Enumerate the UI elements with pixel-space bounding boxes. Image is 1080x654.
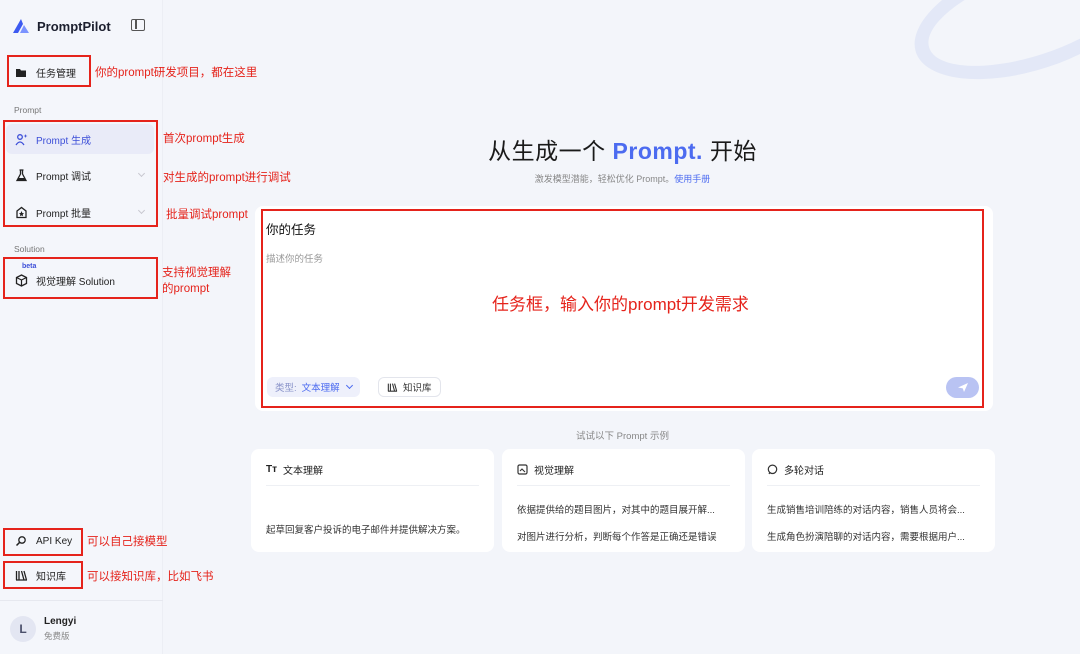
example-prompt[interactable]: 起草回复客户投诉的电子邮件并提供解决方案。	[266, 522, 481, 536]
user-profile[interactable]: L Lengyi 免费版	[10, 616, 76, 642]
example-prompt[interactable]: 生成角色扮演陪聊的对话内容，需要根据用户...	[767, 529, 982, 543]
divider	[266, 485, 479, 486]
example-card-header: Tт 文本理解	[266, 462, 323, 477]
brand[interactable]: PromptPilot	[11, 16, 111, 36]
image-icon	[517, 464, 528, 475]
example-card-text[interactable]: Tт 文本理解 起草回复客户投诉的电子邮件并提供解决方案。	[251, 449, 494, 552]
decorative-arc	[898, 0, 1080, 105]
hero-subtitle-text: 激发模型潜能，轻松优化 Prompt。	[534, 174, 675, 184]
annotation-box-vision	[3, 257, 158, 299]
annotation-box-task-management	[7, 55, 91, 87]
example-prompt[interactable]: 依据提供给的题目图片，对其中的题目展开解...	[517, 502, 732, 516]
divider	[517, 485, 730, 486]
annotation-batch: 批量调试prompt	[166, 209, 248, 221]
annotation-box-task-input	[261, 209, 984, 408]
hero-subtitle: 激发模型潜能，轻松优化 Prompt。使用手册	[0, 172, 1080, 185]
example-card-vision[interactable]: 视觉理解 依据提供给的题目图片，对其中的题目展开解... 对图片进行分析，判断每…	[502, 449, 745, 552]
hero-title-prefix: 从生成一个	[488, 138, 613, 164]
annotation-generate: 首次prompt生成	[163, 133, 245, 145]
hero-title-suffix: 开始	[702, 138, 757, 164]
annotation-api-key: 可以自己接模型	[87, 536, 168, 548]
example-card-title: 视觉理解	[534, 466, 574, 477]
sidebar-toggle-icon[interactable]	[131, 19, 145, 31]
annotation-box-prompt-tools	[3, 120, 158, 227]
user-divider	[0, 600, 163, 601]
user-manual-link[interactable]: 使用手册	[674, 174, 710, 184]
annotation-vision-line2: 的prompt	[162, 283, 210, 295]
example-card-dialogue[interactable]: 多轮对话 生成销售培训陪练的对话内容，销售人员将会... 生成角色扮演陪聊的对话…	[752, 449, 995, 552]
example-prompt[interactable]: 生成销售培训陪练的对话内容，销售人员将会...	[767, 502, 982, 516]
example-card-header: 视觉理解	[517, 462, 574, 477]
annotation-box-api-key	[3, 528, 83, 556]
hero-title-accent: Prompt.	[612, 138, 703, 164]
section-label-solution: Solution	[14, 244, 45, 254]
hero-title: 从生成一个 Prompt. 开始	[0, 132, 1080, 166]
example-card-header: 多轮对话	[767, 462, 824, 477]
annotation-task-management: 你的prompt研发项目，都在这里	[95, 67, 258, 79]
logo-icon	[13, 19, 29, 33]
chat-bubble-icon	[767, 464, 778, 475]
annotation-knowledge: 可以接知识库，比如飞书	[87, 571, 214, 583]
example-card-title: 多轮对话	[784, 466, 824, 477]
user-name: Lengyi	[44, 616, 77, 627]
examples-label: 试试以下 Prompt 示例	[576, 431, 669, 442]
avatar: L	[10, 616, 36, 642]
section-label-prompt: Prompt	[14, 105, 42, 115]
divider	[767, 485, 980, 486]
brand-name: PromptPilot	[37, 18, 111, 34]
example-prompt[interactable]: 对图片进行分析，判断每个作答是正确还是错误	[517, 529, 732, 543]
text-type-icon: Tт	[266, 464, 278, 475]
example-card-title: 文本理解	[283, 466, 324, 477]
annotation-box-knowledge	[3, 561, 83, 589]
annotation-debug: 对生成的prompt进行调试	[163, 172, 291, 184]
user-plan: 免费版	[44, 631, 70, 641]
annotation-vision-line1: 支持视觉理解	[162, 267, 231, 279]
